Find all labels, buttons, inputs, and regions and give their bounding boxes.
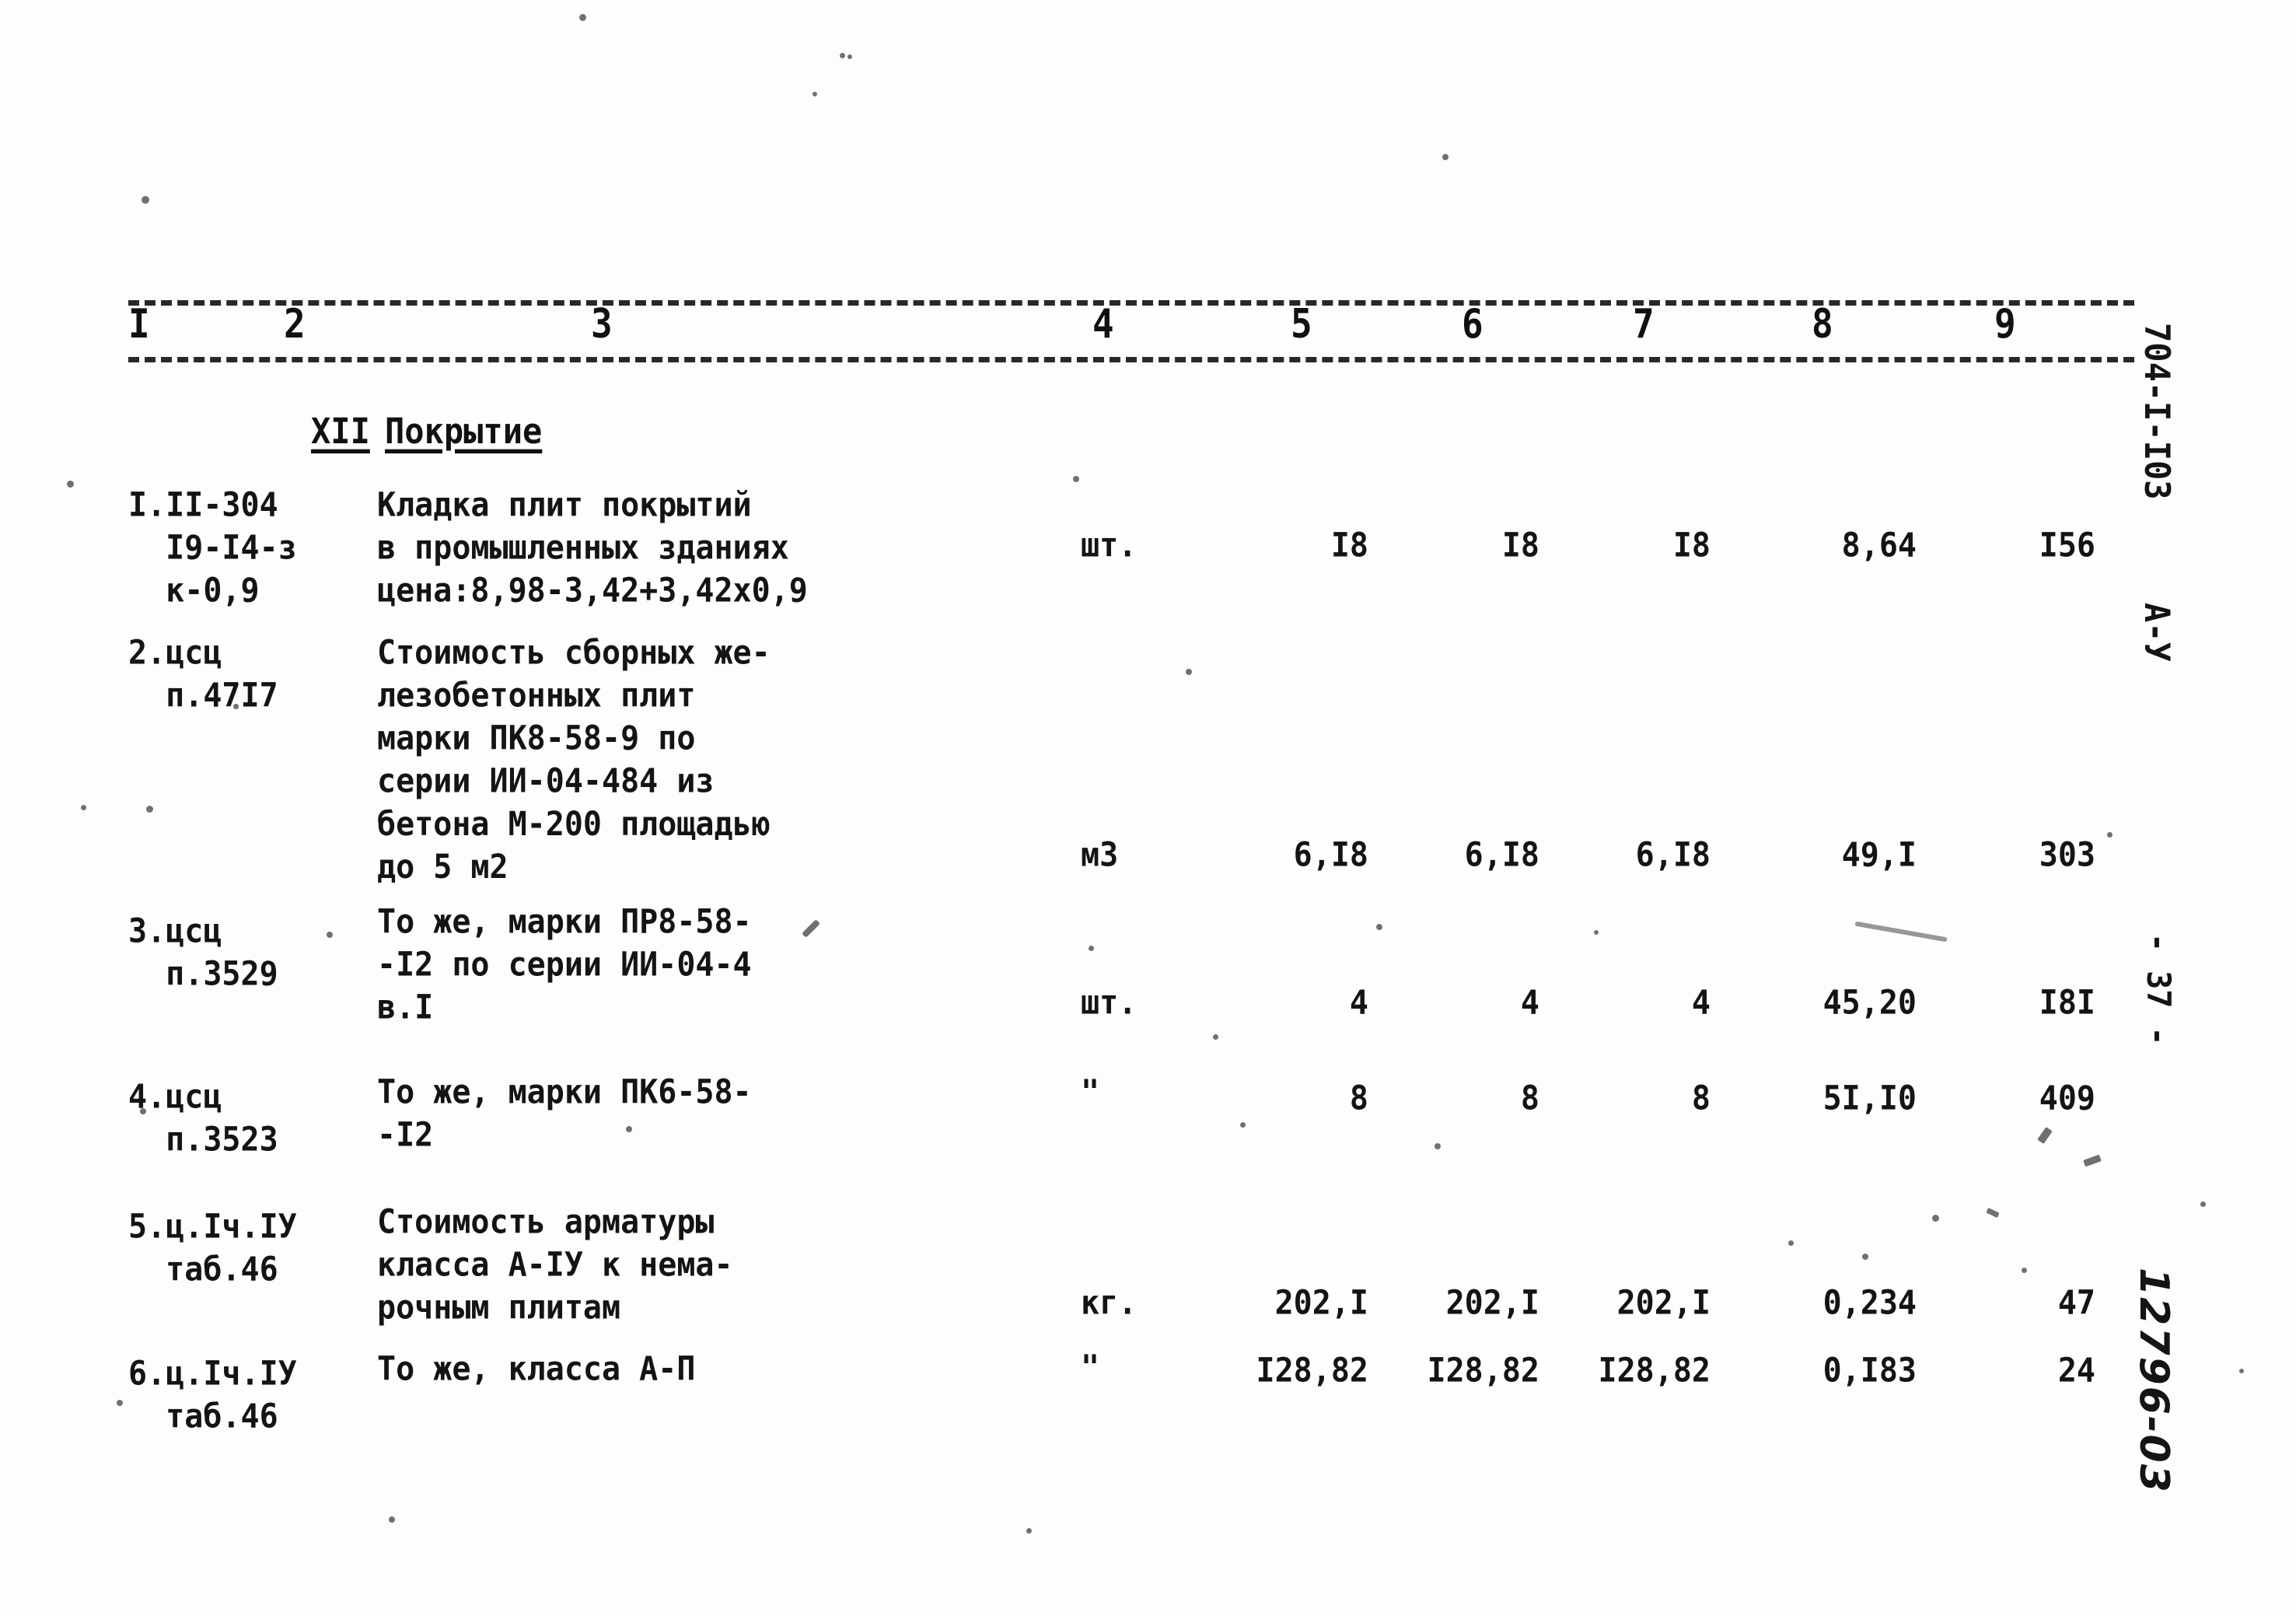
row-value-col5: I8 [1330, 526, 1368, 565]
row-value-col5: 202,I [1274, 1284, 1368, 1322]
row-value-col7: I28,82 [1598, 1352, 1711, 1390]
row-unit: шт. [1081, 526, 1138, 565]
row-value-col9: 303 [2039, 836, 2095, 874]
column-number-6: 6 [1462, 299, 1483, 348]
row-description: То же, марки ПР8-58- -I2 по серии ИИ-04-… [377, 903, 752, 1027]
row-code: 4.цсц п.3523 [128, 1078, 278, 1160]
row-value-col5: 8 [1349, 1079, 1368, 1118]
page-number-margin: - 37 - [2139, 933, 2177, 1046]
row-value-col9: 409 [2039, 1079, 2095, 1118]
row-value-col6: I8 [1501, 526, 1539, 565]
row-value-col9: 47 [2057, 1284, 2095, 1322]
section-heading-row: XII Покрытие [128, 389, 2134, 459]
row-value-col5: 6,I8 [1293, 836, 1368, 874]
scan-speck [81, 805, 86, 810]
row-description: То же, марки ПК6-58- -I2 [377, 1073, 752, 1155]
table-row: 3.цсц п.3529 То же, марки ПР8-58- -I2 по… [128, 887, 2134, 1054]
row-code: 3.цсц п.3529 [128, 912, 278, 994]
scan-speck [847, 54, 852, 59]
scan-speck [67, 481, 74, 488]
scan-speck [2200, 1202, 2206, 1207]
row-value-col6: 4 [1520, 984, 1539, 1022]
row-value-col5: 4 [1349, 984, 1368, 1022]
row-code: 6.ц.Iч.IУ таб.46 [128, 1355, 297, 1436]
scan-speck [840, 53, 845, 58]
row-value-col9: I56 [2039, 526, 2095, 565]
table-header-rule [128, 357, 2134, 362]
column-number-3: 3 [591, 299, 613, 348]
row-value-col8: 5I,I0 [1822, 1079, 1917, 1118]
table-row: 6.ц.Iч.IУ таб.46 То же, класса А-П " I28… [128, 1341, 2134, 1466]
column-number-4: 4 [1092, 299, 1114, 348]
archive-code-margin: 12796-03 [2130, 1268, 2177, 1494]
row-value-col5: I28,82 [1256, 1352, 1369, 1390]
row-value-col6: 202,I [1445, 1284, 1539, 1322]
column-number-7: 7 [1633, 299, 1655, 348]
scan-speck [2239, 1369, 2244, 1373]
row-value-col7: I8 [1672, 526, 1711, 565]
scan-speck [142, 196, 149, 204]
row-value-col7: 6,I8 [1635, 836, 1711, 874]
column-number-9: 9 [1994, 299, 2016, 348]
row-value-col8: 0,I83 [1822, 1352, 1917, 1390]
row-unit: шт. [1081, 984, 1138, 1022]
column-number-1: I [128, 299, 150, 348]
scanned-page: I 2 3 4 5 6 7 8 9 XII Покрытие I.II-304 … [0, 0, 2296, 1616]
row-unit: " [1081, 1348, 1100, 1387]
row-unit: " [1081, 1073, 1100, 1111]
table-row: I.II-304 I9-I4-з к-0,9 Кладка плит покры… [128, 459, 2134, 614]
table-column-header-row: I 2 3 4 5 6 7 8 9 [128, 300, 2134, 357]
section-title: Покрытие [385, 411, 543, 452]
row-value-col7: 8 [1691, 1079, 1711, 1118]
row-value-col9: I8I [2039, 984, 2095, 1022]
column-number-8: 8 [1812, 299, 1833, 348]
row-description: Стоимость сборных же- лезобетонных плит … [377, 634, 771, 887]
row-code: I.II-304 I9-I4-з к-0,9 [128, 486, 297, 610]
column-number-5: 5 [1291, 299, 1312, 348]
cost-estimate-table: I 2 3 4 5 6 7 8 9 XII Покрытие I.II-304 … [128, 300, 2134, 1466]
row-value-col7: 4 [1691, 984, 1711, 1022]
document-series-margin: А-У [2137, 603, 2177, 662]
row-code: 5.ц.Iч.IУ таб.46 [128, 1208, 297, 1289]
row-unit: м3 [1081, 836, 1119, 874]
scan-speck [1442, 154, 1449, 160]
scan-speck [117, 1400, 123, 1406]
scan-speck [579, 14, 586, 21]
row-value-col6: 6,I8 [1464, 836, 1539, 874]
table-row: 5.ц.Iч.IУ таб.46 Стоимость арматуры клас… [128, 1190, 2134, 1341]
column-number-2: 2 [284, 299, 306, 348]
section-number: XII [311, 411, 370, 452]
table-row: 2.цсц п.47I7 Стоимость сборных же- лезоб… [128, 614, 2134, 887]
row-value-col8: 8,64 [1841, 526, 1917, 565]
row-value-col6: 8 [1520, 1079, 1539, 1118]
table-body: XII Покрытие I.II-304 I9-I4-з к-0,9 Клад… [128, 389, 2134, 1466]
row-value-col8: 0,234 [1822, 1284, 1917, 1322]
scan-speck [389, 1516, 395, 1523]
row-description: Стоимость арматуры класса А-IУ к нема- р… [377, 1203, 733, 1327]
document-code-margin: 704-I-I03 [2137, 323, 2177, 500]
scan-speck [1026, 1528, 1032, 1534]
row-value-col9: 24 [2057, 1352, 2095, 1390]
row-value-col7: 202,I [1616, 1284, 1711, 1322]
table-row: 4.цсц п.3523 То же, марки ПК6-58- -I2 " … [128, 1054, 2134, 1190]
row-description: Кладка плит покрытий в промышленных здан… [377, 486, 808, 610]
row-value-col8: 49,I [1841, 836, 1917, 874]
row-code: 2.цсц п.47I7 [128, 634, 278, 715]
table-top-rule [128, 300, 2134, 306]
scan-speck [813, 92, 817, 96]
row-value-col8: 45,20 [1822, 984, 1917, 1022]
row-value-col6: I28,82 [1427, 1352, 1540, 1390]
row-unit: кг. [1081, 1284, 1138, 1322]
row-description: То же, класса А-П [377, 1350, 696, 1388]
